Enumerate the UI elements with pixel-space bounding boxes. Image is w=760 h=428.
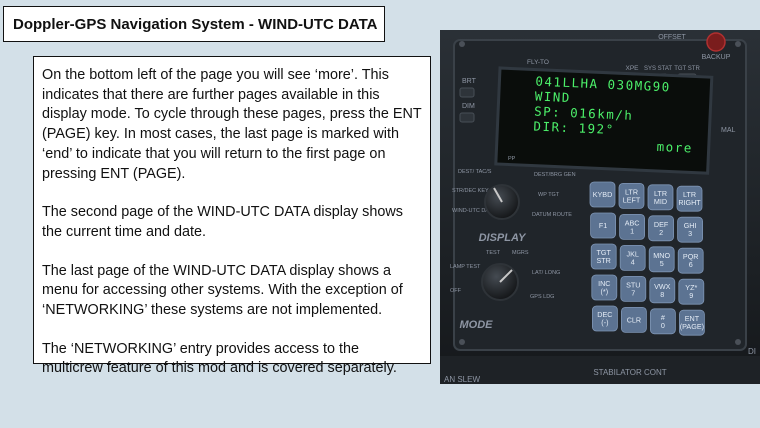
paragraph-last-page: The last page of the WIND-UTC DATA displ… <box>42 262 403 319</box>
stabilator-label: STABILATOR CONT <box>593 368 666 377</box>
key-ltr-mid[interactable]: LTRMID <box>647 184 674 211</box>
mode-label-test: TEST <box>486 250 501 256</box>
display-label-5: WP TGT <box>538 192 560 198</box>
key-stu-7[interactable]: STU7 <box>620 275 647 302</box>
key-ltr-right[interactable]: LTRRIGHT <box>676 185 703 212</box>
cdu-screen: 041LLHA 030MG90 WIND SP: 016km/h DIR: 19… <box>494 66 714 175</box>
paragraph-second-page: The second page of the WIND-UTC DATA dis… <box>42 204 403 240</box>
key-label: 7 <box>631 288 635 297</box>
mode-label-mgrs: MGRS <box>512 250 529 256</box>
key-label: 9 <box>689 291 693 300</box>
key-label: (*) <box>601 287 609 296</box>
page-title: Doppler-GPS Navigation System - WIND-UTC… <box>13 16 378 33</box>
key-label: LEFT <box>623 195 641 204</box>
brt-label: BRT <box>462 78 477 85</box>
description-text-box: On the bottom left of the page you will … <box>33 56 431 376</box>
screen-line-2: WIND <box>534 89 571 106</box>
key-label: 0 <box>661 321 665 330</box>
paragraph-more-pages: On the bottom left of the page you will … <box>42 67 422 182</box>
key-yz-9[interactable]: YZ*9 <box>678 278 705 305</box>
xpe-label: XPE <box>625 65 639 72</box>
dim-button[interactable] <box>459 112 475 123</box>
key-pqr-6[interactable]: PQR6 <box>677 247 704 274</box>
key-label: 2 <box>659 228 663 237</box>
offset-label: OFFSET <box>658 34 686 41</box>
display-label-1: DEST/ TAC/S <box>458 169 492 175</box>
key-label: (-) <box>601 318 608 327</box>
key-label: 8 <box>660 290 664 299</box>
mode-label-off: OFF <box>450 288 462 294</box>
key-ltr-left[interactable]: LTRLEFT <box>618 182 645 209</box>
mode-label-gps-ldg: GPS LDG <box>530 294 554 300</box>
cdu-panel-photo: BACKUP OFFSET FLY-TO XPE SYS STAT TGT ST… <box>440 30 760 384</box>
mal-label: MAL <box>721 127 736 134</box>
key-dec[interactable]: DEC(-) <box>591 305 618 332</box>
key-label: CLR <box>627 315 641 324</box>
display-knob-title: DISPLAY <box>479 232 528 244</box>
backup-label: BACKUP <box>702 54 731 61</box>
mode-label-lamp-test: LAMP TEST <box>450 264 481 270</box>
paragraph-networking: The ‘NETWORKING’ entry provides access t… <box>42 340 397 377</box>
key-def-2[interactable]: DEF2 <box>648 215 675 242</box>
key-vwx-8[interactable]: VWX8 <box>649 277 676 304</box>
display-label-3: DEST/BRG GEN <box>534 172 576 178</box>
key-label: RIGHT <box>678 198 701 207</box>
backup-button[interactable] <box>706 32 726 52</box>
key-label: KYBD <box>593 190 613 199</box>
key-0[interactable]: #0 <box>649 308 676 335</box>
key-inc[interactable]: INC(*) <box>591 274 618 301</box>
display-label-4: STR/DEC KEY <box>452 188 489 194</box>
right-edge-label: DI <box>748 347 756 356</box>
slew-label: AN SLEW <box>444 375 480 384</box>
key-label: (PAGE) <box>680 322 704 331</box>
key-abc-1[interactable]: ABC1 <box>619 213 646 240</box>
screen-more-indicator: more <box>656 139 693 156</box>
cdu-panel-illustration: BACKUP OFFSET FLY-TO XPE SYS STAT TGT ST… <box>440 30 760 384</box>
key-label: 3 <box>688 229 692 238</box>
mode-knob-title: MODE <box>460 319 494 331</box>
key-tgt-str[interactable]: TGTSTR <box>590 243 617 270</box>
brt-button[interactable] <box>459 87 475 98</box>
display-label-7: DATUM ROUTE <box>532 212 572 218</box>
key-ent-page[interactable]: ENT(PAGE) <box>678 309 705 336</box>
key-jkl-4[interactable]: JKL4 <box>619 244 646 271</box>
key-label: 1 <box>630 226 634 235</box>
dim-label: DIM <box>462 103 475 110</box>
key-label: STR <box>597 256 611 265</box>
key-label: 6 <box>689 260 693 269</box>
fly-to-label: FLY-TO <box>527 59 549 66</box>
title-box: Doppler-GPS Navigation System - WIND-UTC… <box>3 6 385 42</box>
tgt-str-label: TGT STR <box>674 66 700 72</box>
key-kybd[interactable]: KYBD <box>589 181 616 208</box>
key-ghi-3[interactable]: GHI3 <box>677 216 704 243</box>
key-label: MID <box>654 197 667 206</box>
key-label: F1 <box>599 221 607 230</box>
key-f1[interactable]: F1 <box>590 212 617 239</box>
key-label: 4 <box>631 257 635 266</box>
key-clr[interactable]: CLR <box>620 306 647 333</box>
mode-label-lat-long: LAT/ LONG <box>532 270 560 276</box>
key-mno-5[interactable]: MNO5 <box>648 246 675 273</box>
display-label-2: PP <box>508 156 516 162</box>
key-label: 5 <box>660 259 664 268</box>
sys-stat-label: SYS STAT <box>644 66 672 72</box>
